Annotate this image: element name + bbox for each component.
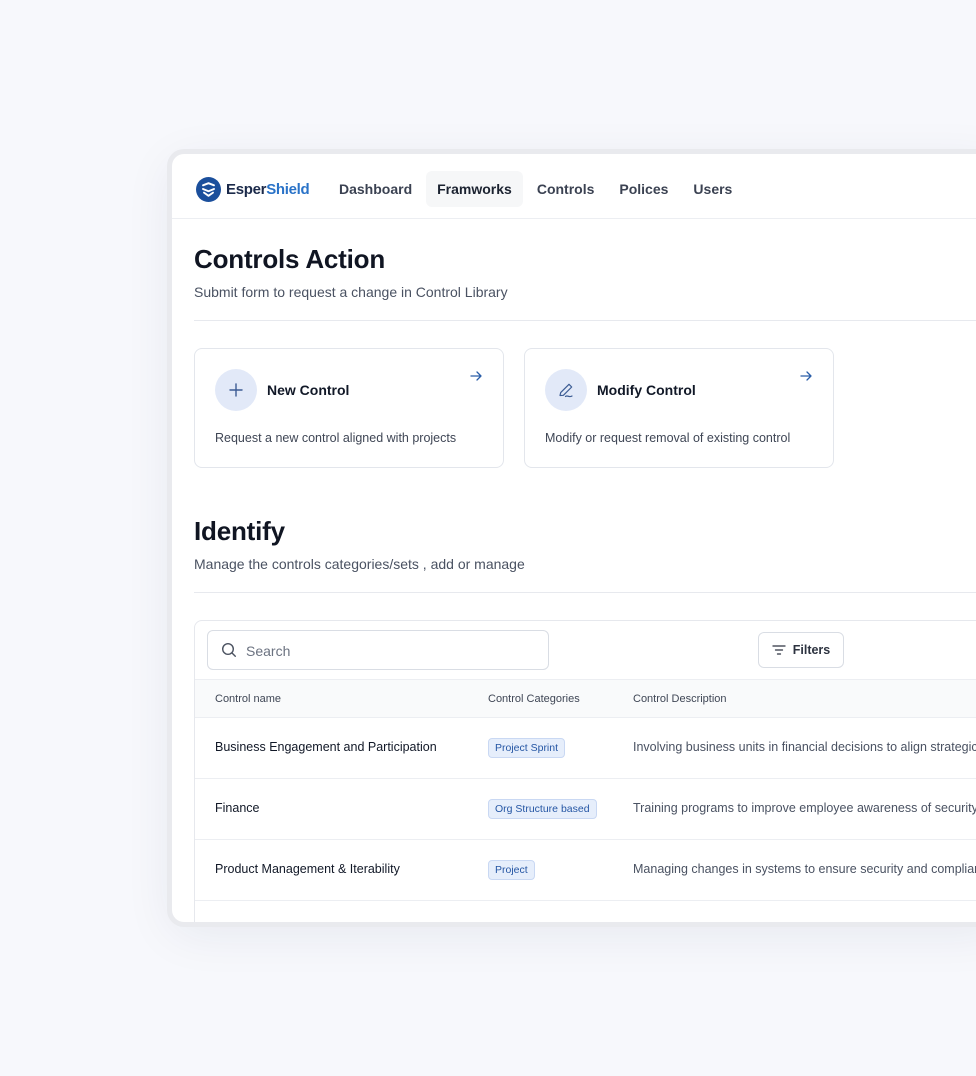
column-header-control-name[interactable]: Control name [215,693,281,705]
main-nav: Dashboard Framworks Controls Polices Use… [328,171,746,207]
table-row[interactable]: Finance Org Structure based Training pro… [195,778,976,840]
control-name-cell: Business Engagement and Participation [215,740,437,754]
search-box[interactable] [207,630,549,670]
controls-action-title: Controls Action [194,244,386,274]
section-divider [194,320,976,321]
controls-table: Filters Control name Control Categories … [194,620,976,922]
table-row[interactable]: Product Management & Iterability Project… [195,839,976,901]
plus-icon [215,369,257,411]
nav-item-frameworks[interactable]: Framworks [426,171,523,207]
filter-icon [772,645,786,655]
arrow-right-icon[interactable] [469,369,483,383]
section-divider [194,592,976,593]
identify-subtitle: Manage the controls categories/sets , ad… [194,556,525,572]
nav-item-dashboard[interactable]: Dashboard [328,171,423,207]
card-description: Request a new control aligned with proje… [215,431,457,445]
nav-item-policies[interactable]: Polices [608,171,679,207]
top-navigation-bar: EsperShield Dashboard Framworks Controls… [172,154,976,219]
card-description: Modify or request removal of existing co… [545,431,791,445]
modify-control-card[interactable]: Modify Control Modify or request removal… [524,348,834,468]
pen-icon [545,369,587,411]
search-icon [221,642,236,657]
column-header-control-categories[interactable]: Control Categories [488,693,580,705]
category-badge: Project [488,860,535,880]
identify-title: Identify [194,516,285,546]
control-name-cell: Product Management & Iterability [215,862,400,876]
arrow-right-icon[interactable] [799,369,813,383]
filters-button[interactable]: Filters [758,632,844,668]
nav-item-controls[interactable]: Controls [526,171,606,207]
card-title: Modify Control [597,382,696,398]
brand-name-part2: Shield [266,180,310,198]
table-header: Control name Control Categories Control … [195,679,976,718]
table-row[interactable]: Business Engagement and Participation Pr… [195,717,976,779]
app-window: EsperShield Dashboard Framworks Controls… [172,154,976,922]
brand-name-part1: Esper [226,180,267,198]
search-input[interactable] [244,639,538,663]
control-description-cell: Training programs to improve employee aw… [633,801,976,815]
filters-label: Filters [792,643,831,657]
column-header-control-description[interactable]: Control Description [633,693,727,705]
new-control-card[interactable]: New Control Request a new control aligne… [194,348,504,468]
category-badge: Org Structure based [488,799,597,819]
nav-item-users[interactable]: Users [682,171,743,207]
control-description-cell: Involving business units in financial de… [633,740,976,754]
control-description-cell: Managing changes in systems to ensure se… [633,862,976,876]
card-title: New Control [267,382,350,398]
shield-logo-icon [196,176,221,202]
brand-logo[interactable]: EsperShield [196,176,310,202]
controls-action-subtitle: Submit form to request a change in Contr… [194,284,508,300]
brand-name: EsperShield [226,180,310,198]
category-badge: Project Sprint [488,738,566,758]
control-name-cell: Finance [215,801,260,815]
